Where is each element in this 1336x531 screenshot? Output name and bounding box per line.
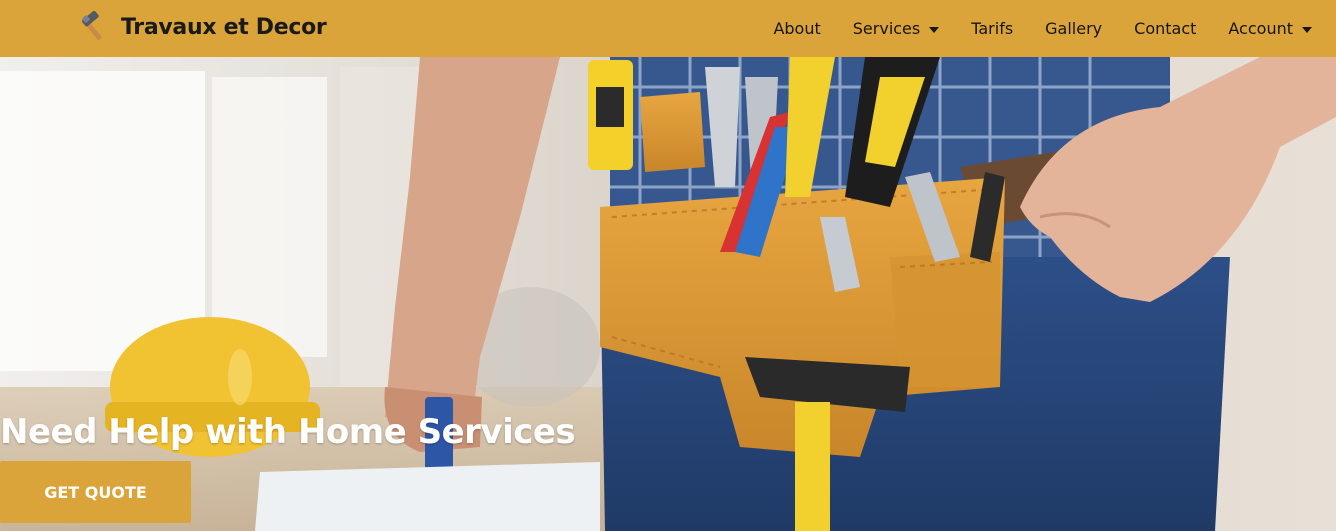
- brand-name: Travaux et Decor: [121, 14, 327, 40]
- get-quote-button[interactable]: GET QUOTE: [0, 461, 191, 523]
- nav-contact-label: Contact: [1134, 19, 1197, 38]
- nav-about-label: About: [773, 19, 821, 38]
- hero-image: [0, 57, 1336, 531]
- nav-tarifs[interactable]: Tarifs: [955, 19, 1029, 38]
- top-navbar: Travaux et Decor About Services Tarifs G…: [0, 0, 1336, 57]
- chevron-down-icon: [929, 26, 940, 33]
- main-nav: About Services Tarifs Gallery Contact Ac…: [757, 0, 1328, 57]
- nav-contact[interactable]: Contact: [1118, 19, 1212, 38]
- hero-title: Need Help with Home Services: [0, 412, 576, 452]
- nav-gallery[interactable]: Gallery: [1029, 19, 1118, 38]
- nav-tarifs-label: Tarifs: [971, 19, 1014, 38]
- brand-logo-link[interactable]: Travaux et Decor: [78, 10, 327, 44]
- nav-gallery-label: Gallery: [1045, 19, 1103, 38]
- nav-account-label: Account: [1228, 19, 1293, 38]
- nav-services[interactable]: Services: [837, 19, 955, 38]
- nav-services-label: Services: [852, 19, 921, 38]
- hero-section: Need Help with Home Services GET QUOTE: [0, 57, 1336, 531]
- nav-about[interactable]: About: [757, 19, 836, 38]
- hammer-icon: [78, 10, 110, 43]
- chevron-down-icon: [1302, 26, 1312, 33]
- nav-account[interactable]: Account: [1212, 19, 1328, 38]
